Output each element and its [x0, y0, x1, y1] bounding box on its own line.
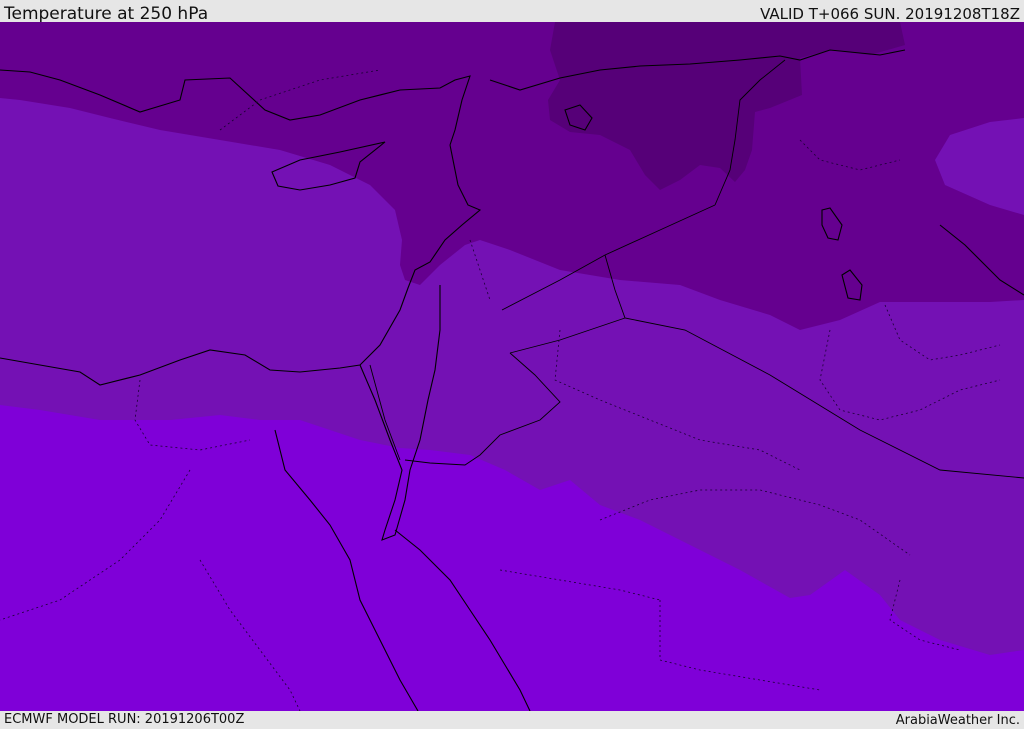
temperature-map[interactable]: [0, 22, 1024, 711]
footer-bar: ECMWF MODEL RUN: 20191206T00Z ArabiaWeat…: [0, 711, 1024, 729]
valid-time: VALID T+066 SUN. 20191208T18Z: [760, 5, 1020, 23]
header-bar: Temperature at 250 hPa VALID T+066 SUN. …: [0, 0, 1024, 24]
credit-label: ArabiaWeather Inc.: [895, 713, 1020, 728]
model-run: ECMWF MODEL RUN: 20191206T00Z: [4, 712, 245, 727]
map-title: Temperature at 250 hPa: [4, 4, 209, 24]
